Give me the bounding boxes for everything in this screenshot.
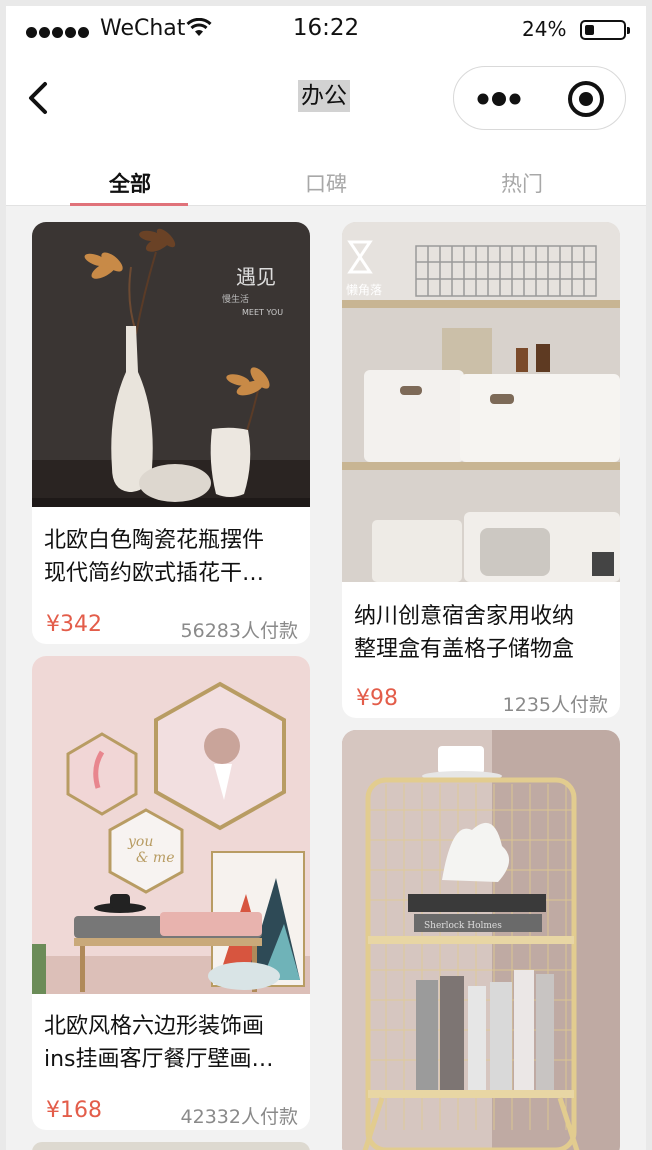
product-image[interactable]: Sherlock Holmes <box>342 730 620 1150</box>
mini-program-capsule <box>453 66 626 130</box>
sales-count: 1235人付款 <box>502 694 608 716</box>
tab-reputation[interactable]: 口碑 <box>266 168 386 198</box>
product-image[interactable]: you & me <box>32 656 310 994</box>
product-card[interactable] <box>32 1142 310 1150</box>
sales-count: 56283人付款 <box>180 620 298 642</box>
product-name: 北欧风格六边形装饰画 ins挂画客厅餐厅壁画… <box>44 1014 274 1072</box>
product-name: 北欧白色陶瓷花瓶摆件 现代简约欧式插花干… <box>44 528 265 586</box>
more-options-icon[interactable] <box>474 75 524 123</box>
image-caption: Sherlock Holmes <box>424 921 502 931</box>
product-image[interactable]: 遇见 慢生活 MEET YOU <box>32 222 310 507</box>
tab-all[interactable]: 全部 <box>70 168 190 198</box>
product-image[interactable]: 懒角落 <box>342 222 620 582</box>
image-caption: 慢生活 <box>222 293 249 305</box>
product-name: 纳川创意宿舍家用收纳 整理盒有盖格子储物盒 <box>354 604 575 662</box>
image-caption: & me <box>136 850 174 866</box>
image-caption: 遇见 <box>236 265 276 289</box>
product-card[interactable]: 遇见 慢生活 MEET YOU 北欧白色陶瓷花瓶摆件 现代简约欧式插花干… ¥3… <box>32 222 310 644</box>
navigation-bar: 办公 <box>6 50 646 150</box>
image-caption: 懒角落 <box>346 283 382 297</box>
image-caption: you <box>127 834 153 850</box>
tab-hot[interactable]: 热门 <box>462 168 582 198</box>
status-bar: WeChat 16:22 24% <box>6 6 646 50</box>
battery-percent: 24% <box>522 17 567 41</box>
product-price: ¥168 <box>46 1098 102 1123</box>
product-price: ¥98 <box>356 686 398 711</box>
close-program-icon[interactable] <box>562 75 610 123</box>
battery-icon <box>580 20 630 40</box>
product-price: ¥342 <box>46 612 102 637</box>
product-card[interactable]: 懒角落 纳川创意宿舍家用收纳 整理盒有盖格子储物盒 ¥98 1235人付款 <box>342 222 620 718</box>
back-arrow-icon[interactable] <box>20 78 60 118</box>
category-tabs: 全部 口碑 热门 <box>6 150 646 206</box>
product-card[interactable]: Sherlock Holmes <box>342 730 620 1150</box>
phone-screen: WeChat 16:22 24% 办公 全部 口碑 热门 遇见 慢生活 MEET… <box>6 6 646 1150</box>
sales-count: 42332人付款 <box>180 1106 298 1128</box>
page-title: 办公 <box>298 80 350 112</box>
active-tab-indicator <box>70 203 188 206</box>
product-card[interactable]: you & me 北欧风格六边形装饰画 ins挂画客厅餐厅壁画… ¥168 42… <box>32 656 310 1130</box>
image-caption: MEET YOU <box>242 308 283 317</box>
